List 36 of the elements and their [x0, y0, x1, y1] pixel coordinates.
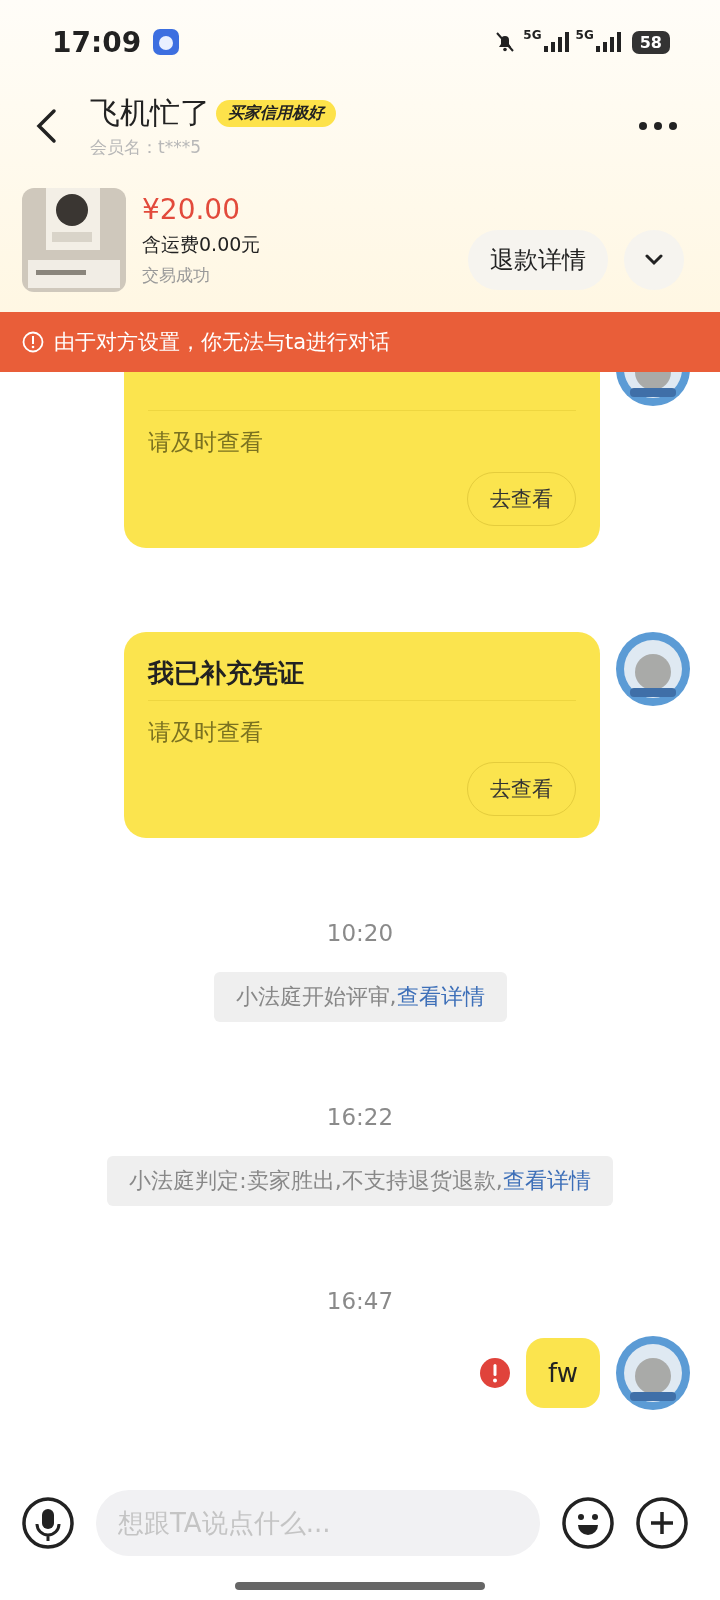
- notice-text: 由于对方设置，你无法与ta进行对话: [54, 329, 391, 356]
- emoji-icon[interactable]: [562, 1497, 614, 1549]
- card-title: 我已补充凭证: [148, 657, 305, 690]
- message-bubble: fw: [526, 1338, 600, 1408]
- send-failed-icon[interactable]: [480, 1358, 511, 1388]
- card-text: 请及时查看: [148, 718, 264, 747]
- signal-icon: [543, 32, 570, 52]
- avatar-icon: [616, 632, 690, 706]
- refund-details-button[interactable]: 退款详情: [468, 230, 608, 290]
- battery-level: 58: [631, 30, 670, 54]
- caret-icon: [644, 254, 664, 266]
- shipping-fee: 含运费0.00元: [142, 232, 261, 257]
- signal-icon: [595, 32, 622, 52]
- network-label: 5G: [575, 28, 594, 42]
- timestamp: 10:20: [325, 920, 395, 946]
- add-icon[interactable]: [636, 1497, 688, 1549]
- status-time: 17:09: [52, 25, 142, 59]
- timestamp: 16:47: [325, 1288, 395, 1314]
- member-name: 会员名：t***5: [90, 136, 202, 159]
- timestamp: 16:22: [325, 1104, 395, 1130]
- chat-title: 飞机忙了: [90, 94, 210, 132]
- back-icon[interactable]: [34, 108, 58, 144]
- order-status: 交易成功: [142, 264, 211, 287]
- microphone-icon[interactable]: [22, 1497, 74, 1549]
- card-text: 请及时查看: [148, 428, 264, 457]
- warning-icon: [22, 331, 44, 353]
- network-label: 5G: [523, 28, 542, 42]
- details-link[interactable]: 查看详情: [396, 984, 485, 1009]
- app-icon: [153, 29, 180, 55]
- order-price: ¥20.00: [142, 193, 241, 226]
- system-text: 小法庭判定:卖家胜出,不支持退货退款,: [129, 1168, 503, 1193]
- details-link[interactable]: 查看详情: [502, 1168, 591, 1193]
- avatar-icon: [616, 1336, 690, 1410]
- system-text: 小法庭开始评审,: [235, 984, 397, 1009]
- more-icon[interactable]: [638, 121, 678, 131]
- credit-badge: 买家信用极好: [216, 100, 336, 127]
